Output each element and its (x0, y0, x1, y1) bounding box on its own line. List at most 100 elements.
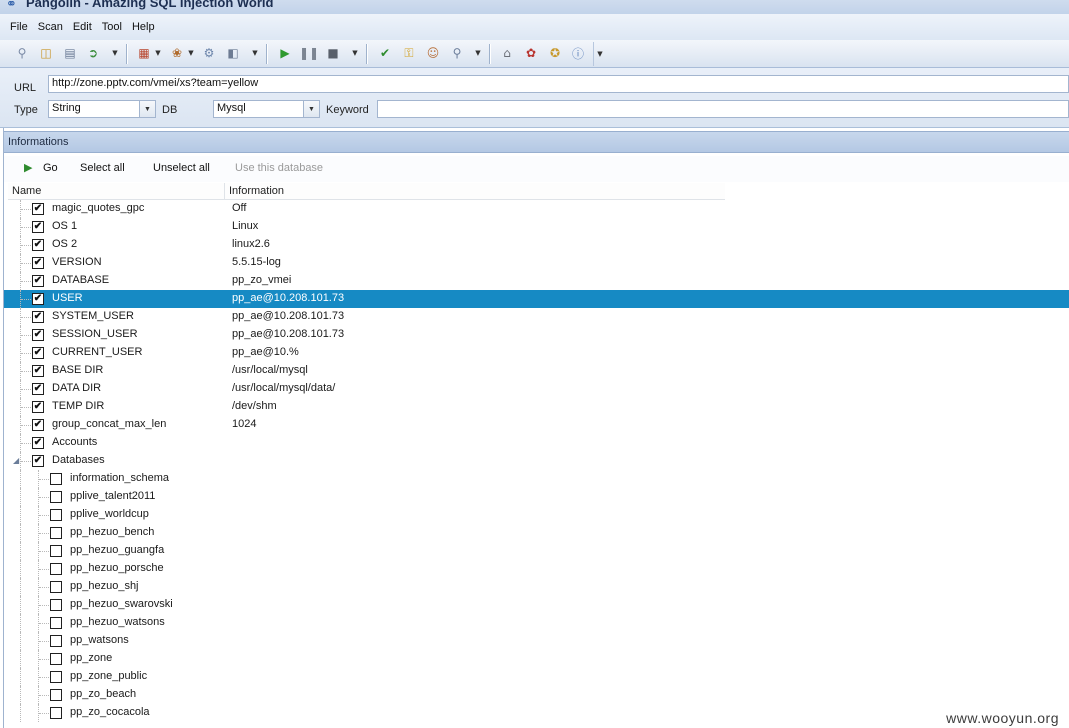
database-checkbox[interactable] (50, 617, 62, 629)
column-header-information[interactable]: Information (225, 183, 725, 200)
database-row[interactable]: pp_hezuo_watsons (4, 614, 1069, 632)
go-button[interactable]: Go (43, 162, 58, 174)
menu-help[interactable]: Help (127, 21, 160, 33)
row-checkbox[interactable]: ✔ (32, 257, 44, 269)
tree-row[interactable]: ✔ USER pp_ae@10.208.101.73 (4, 290, 1069, 308)
row-checkbox[interactable]: ✔ (32, 401, 44, 413)
database-checkbox[interactable] (50, 671, 62, 683)
chevron-down-icon[interactable]: ▼ (139, 101, 155, 117)
row-checkbox[interactable]: ✔ (32, 365, 44, 377)
database-row[interactable]: pp_watsons (4, 632, 1069, 650)
database-checkbox[interactable] (50, 545, 62, 557)
database-checkbox[interactable] (50, 527, 62, 539)
type-select[interactable]: String ▼ (48, 100, 156, 118)
keyword-input[interactable] (377, 100, 1069, 118)
play-icon[interactable]: ▶ (276, 44, 294, 62)
unselect-all-button[interactable]: Unselect all (153, 162, 210, 174)
chevron-down-icon[interactable]: ▼ (153, 44, 163, 62)
menu-file[interactable]: File (5, 21, 33, 33)
update-icon[interactable]: ✪ (546, 44, 564, 62)
database-checkbox[interactable] (50, 635, 62, 647)
tree-row[interactable]: ✔ DATA DIR/usr/local/mysql/data/ (4, 380, 1069, 398)
menu-edit[interactable]: Edit (68, 21, 97, 33)
tree-row[interactable]: ✔ CURRENT_USER pp_ae@10.% (4, 344, 1069, 362)
row-checkbox[interactable]: ✔ (32, 293, 44, 305)
stop-icon[interactable]: ■ (324, 44, 342, 62)
chevron-down-icon[interactable]: ▼ (473, 44, 483, 62)
export-icon[interactable]: ➲ (84, 44, 102, 62)
database-checkbox[interactable] (50, 653, 62, 665)
database-checkbox[interactable] (50, 581, 62, 593)
search-icon[interactable]: ⚲ (13, 44, 31, 62)
tree-row[interactable]: ✔ SESSION_USER pp_ae@10.208.101.73 (4, 326, 1069, 344)
row-checkbox[interactable]: ✔ (32, 437, 44, 449)
key-icon[interactable]: ⚿ (400, 44, 418, 62)
database-checkbox[interactable] (50, 563, 62, 575)
row-checkbox[interactable]: ✔ (32, 383, 44, 395)
db-select[interactable]: Mysql ▼ (213, 100, 320, 118)
url-input[interactable]: http://zone.pptv.com/vmei/xs?team=yellow (48, 75, 1069, 93)
database-row[interactable]: pp_zo_cocacola (4, 704, 1069, 722)
tree-row[interactable]: ✔ group_concat_max_len 1024 (4, 416, 1069, 434)
database-row[interactable]: pp_hezuo_swarovski (4, 596, 1069, 614)
tree-row[interactable]: ✔ OS 1 Linux (4, 218, 1069, 236)
row-checkbox[interactable]: ✔ (32, 455, 44, 467)
chevron-down-icon[interactable]: ▼ (250, 44, 260, 62)
tree-row[interactable]: ✔ VERSION 5.5.15-log (4, 254, 1069, 272)
database-icon[interactable]: ◧ (224, 44, 242, 62)
find-icon[interactable]: ⚲ (448, 44, 466, 62)
select-all-button[interactable]: Select all (80, 162, 125, 174)
help-icon[interactable]: ✔ (376, 44, 394, 62)
database-row[interactable]: pp_hezuo_shj (4, 578, 1069, 596)
menu-scan[interactable]: Scan (33, 21, 68, 33)
database-checkbox[interactable] (50, 509, 62, 521)
pause-icon[interactable]: ❚❚ (299, 44, 319, 62)
toolbar-overflow-chevron-icon[interactable]: ▼ (593, 42, 606, 66)
user-icon[interactable]: ☺ (424, 44, 442, 62)
tree-row[interactable]: ✔ SYSTEM_USER pp_ae@10.208.101.73 (4, 308, 1069, 326)
info-icon[interactable]: ⓘ (569, 44, 587, 62)
tools-icon[interactable]: ▦ (135, 44, 153, 62)
menu-tool[interactable]: Tool (97, 21, 127, 33)
use-this-database-button[interactable]: Use this database (235, 162, 323, 174)
database-checkbox[interactable] (50, 491, 62, 503)
row-checkbox[interactable]: ✔ (32, 239, 44, 251)
tree-row[interactable]: ✔ OS 2 linux2.6 (4, 236, 1069, 254)
row-checkbox[interactable]: ✔ (32, 275, 44, 287)
row-checkbox[interactable]: ✔ (32, 203, 44, 215)
row-checkbox[interactable]: ✔ (32, 419, 44, 431)
tree-row[interactable]: ✔ Accounts (4, 434, 1069, 452)
tree-row[interactable]: ◢ ✔ Databases (4, 452, 1069, 470)
chevron-down-icon[interactable]: ▼ (350, 44, 360, 62)
database-row[interactable]: information_schema (4, 470, 1069, 488)
database-row[interactable]: pplive_worldcup (4, 506, 1069, 524)
tree-row[interactable]: ✔ magic_quotes_gpc Off (4, 200, 1069, 218)
tree-row[interactable]: ✔ BASE DIR/usr/local/mysql (4, 362, 1069, 380)
wrench-icon[interactable]: ⚙ (200, 44, 218, 62)
chevron-down-icon[interactable]: ▼ (110, 44, 120, 62)
database-checkbox[interactable] (50, 707, 62, 719)
chevron-down-icon[interactable]: ▼ (186, 44, 196, 62)
open-folder-icon[interactable]: ◫ (37, 44, 55, 62)
row-checkbox[interactable]: ✔ (32, 347, 44, 359)
save-icon[interactable]: ▤ (61, 44, 79, 62)
database-row[interactable]: pp_hezuo_bench (4, 524, 1069, 542)
bug-icon[interactable]: ✿ (522, 44, 540, 62)
row-checkbox[interactable]: ✔ (32, 329, 44, 341)
tree-row[interactable]: ✔ TEMP DIR/dev/shm (4, 398, 1069, 416)
plugin-icon[interactable]: ❀ (168, 44, 186, 62)
database-checkbox[interactable] (50, 599, 62, 611)
database-row[interactable]: pp_zo_beach (4, 686, 1069, 704)
database-row[interactable]: pplive_talent2011 (4, 488, 1069, 506)
chevron-down-icon[interactable]: ▼ (303, 101, 319, 117)
database-row[interactable]: pp_hezuo_guangfa (4, 542, 1069, 560)
row-checkbox[interactable]: ✔ (32, 311, 44, 323)
expand-collapse-icon[interactable]: ◢ (13, 456, 19, 465)
column-header-name[interactable]: Name (8, 183, 225, 200)
tree-row[interactable]: ✔ DATABASE pp_zo_vmei (4, 272, 1069, 290)
database-checkbox[interactable] (50, 689, 62, 701)
database-checkbox[interactable] (50, 473, 62, 485)
database-row[interactable]: pp_zone_public (4, 668, 1069, 686)
database-row[interactable]: pp_hezuo_porsche (4, 560, 1069, 578)
row-checkbox[interactable]: ✔ (32, 221, 44, 233)
